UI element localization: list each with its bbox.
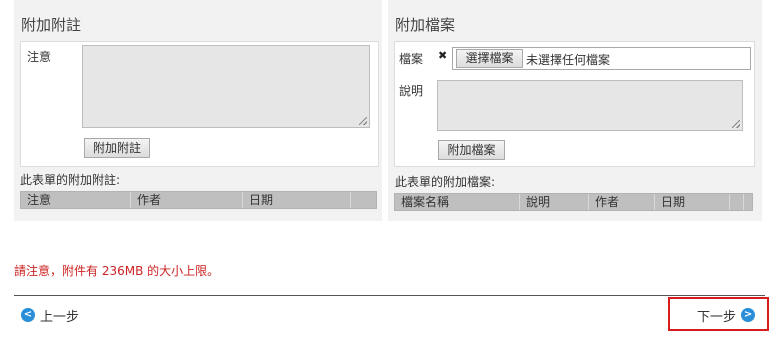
files-title: 附加檔案: [395, 16, 456, 34]
chevron-right-circle-icon: >: [741, 308, 756, 322]
add-note-button[interactable]: 附加附註: [84, 138, 150, 158]
add-file-button[interactable]: 附加檔案: [438, 140, 505, 160]
notes-list-title: 此表單的附加附註:: [20, 173, 121, 187]
notes-column-spacer: [351, 192, 376, 208]
divider: [14, 295, 765, 296]
note-textarea[interactable]: [82, 45, 370, 128]
previous-step-label: 上一步: [40, 309, 80, 325]
resize-handle-icon[interactable]: [359, 117, 367, 125]
previous-step-button[interactable]: < 上一步: [21, 304, 79, 326]
no-file-text: 未選擇任何檔案: [526, 53, 611, 67]
choose-file-button[interactable]: 選擇檔案: [456, 49, 523, 68]
remove-file-icon[interactable]: ✖: [438, 49, 447, 62]
resize-handle-icon[interactable]: [732, 120, 740, 128]
size-limit-notice: 請注意，附件有 236MB 的大小上限。: [14, 264, 220, 278]
files-column-description: 說明: [520, 194, 589, 210]
notes-column-date: 日期: [243, 192, 351, 208]
files-column-date: 日期: [655, 194, 730, 210]
chevron-left-circle-icon: <: [21, 308, 35, 322]
description-textarea[interactable]: [437, 80, 743, 131]
files-list-title: 此表單的附加檔案:: [395, 175, 496, 189]
files-column-spacer: [730, 194, 744, 210]
next-step-button[interactable]: 下一步 >: [697, 304, 756, 326]
notes-title: 附加附註: [21, 16, 82, 34]
file-label: 檔案: [399, 52, 424, 66]
notes-column-author: 作者: [131, 192, 243, 208]
notes-column-note: 注意: [21, 192, 131, 208]
notes-table-header: 注意 作者 日期: [20, 191, 377, 209]
files-column-name: 檔案名稱: [395, 194, 520, 210]
description-label: 說明: [399, 84, 424, 98]
files-table-header: 檔案名稱 說明 作者 日期: [394, 193, 753, 211]
next-step-label: 下一步: [697, 309, 737, 325]
files-column-spacer-2: [744, 194, 752, 210]
note-label: 注意: [27, 50, 52, 64]
file-input[interactable]: 選擇檔案 未選擇任何檔案: [452, 47, 751, 70]
files-column-author: 作者: [589, 194, 655, 210]
